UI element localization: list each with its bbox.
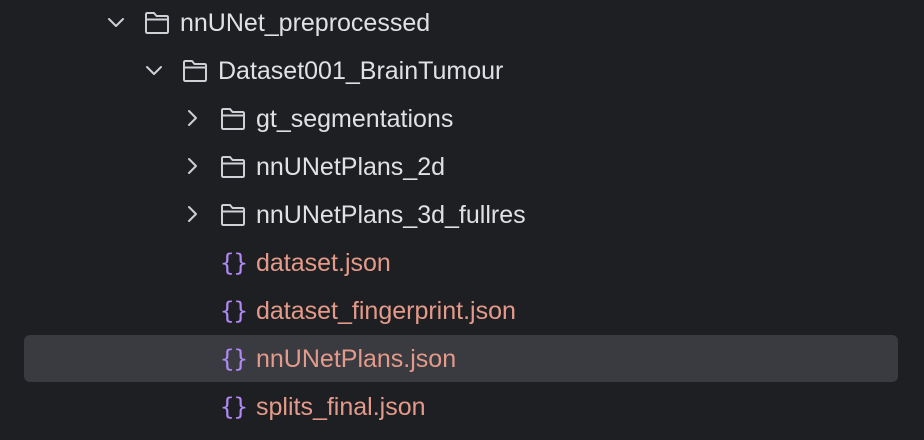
- tree-item-nnunet-preprocessed[interactable]: nnUNet_preprocessed: [0, 0, 924, 47]
- chevron-right-icon[interactable]: [180, 154, 204, 178]
- tree-item-dataset001-braintumour[interactable]: Dataset001_BrainTumour: [0, 47, 924, 95]
- tree-item-label: nnUNetPlans.json: [256, 345, 457, 373]
- tree-item-splits-final-json[interactable]: {} splits_final.json: [0, 383, 924, 431]
- tree-item-label: dataset.json: [256, 249, 391, 277]
- tree-item-dataset-json[interactable]: {} dataset.json: [0, 239, 924, 287]
- tree-item-dataset-fingerprint-json[interactable]: {} dataset_fingerprint.json: [0, 287, 924, 335]
- json-file-icon: {}: [220, 297, 248, 325]
- folder-icon: [221, 204, 245, 226]
- tree-item-label: nnUNetPlans_2d: [256, 153, 446, 181]
- tree-item-nnunetplans-3d-fullres[interactable]: nnUNetPlans_3d_fullres: [0, 191, 924, 239]
- tree-item-nnunetplans-2d[interactable]: nnUNetPlans_2d: [0, 143, 924, 191]
- tree-item-label: gt_segmentations: [256, 105, 454, 133]
- folder-icon: [221, 156, 245, 178]
- tree-item-gt-segmentations[interactable]: gt_segmentations: [0, 95, 924, 143]
- chevron-down-icon[interactable]: [142, 58, 166, 82]
- tree-item-label: Dataset001_BrainTumour: [218, 57, 504, 85]
- tree-item-label: dataset_fingerprint.json: [256, 297, 516, 325]
- folder-icon: [145, 12, 169, 34]
- json-file-icon: {}: [220, 393, 248, 421]
- chevron-right-icon[interactable]: [180, 202, 204, 226]
- folder-icon: [221, 108, 245, 130]
- chevron-down-icon[interactable]: [104, 10, 128, 34]
- tree-item-label: nnUNet_preprocessed: [180, 9, 431, 37]
- tree-item-nnunetplans-json[interactable]: {} nnUNetPlans.json: [0, 335, 924, 383]
- folder-icon: [183, 60, 207, 82]
- tree-item-label: splits_final.json: [256, 393, 426, 421]
- json-file-icon: {}: [220, 345, 248, 373]
- json-file-icon: {}: [220, 249, 248, 277]
- chevron-right-icon[interactable]: [180, 106, 204, 130]
- tree-item-label: nnUNetPlans_3d_fullres: [256, 201, 526, 229]
- project-file-tree: nnUNet_preprocessed Dataset001_BrainTumo…: [0, 0, 924, 440]
